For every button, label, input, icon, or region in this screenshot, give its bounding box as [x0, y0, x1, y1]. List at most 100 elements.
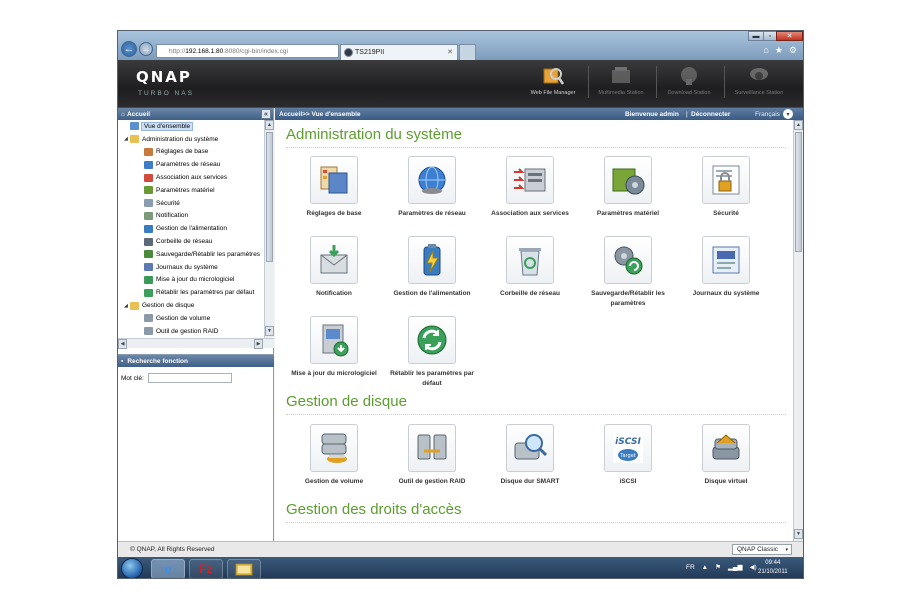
sidebar-item[interactable]: Corbeille de réseau: [118, 235, 264, 248]
scroll-thumb[interactable]: [795, 132, 802, 252]
sidebar-item[interactable]: ◢ Gestion de disque: [118, 299, 264, 312]
function-tile-label[interactable]: Gestion de l'alimentation: [383, 289, 481, 299]
smart-disk-icon[interactable]: [506, 424, 554, 472]
function-tile[interactable]: Sécurité: [677, 156, 775, 234]
sidebar-item[interactable]: Mise à jour du micrologiciel: [118, 274, 264, 287]
scroll-down-arrow-icon[interactable]: ▼: [265, 326, 274, 336]
function-tile[interactable]: Gestion de volume: [285, 424, 383, 502]
address-bar[interactable]: http://192.168.1.80:8080/cgi-bin/index.c…: [156, 44, 339, 58]
firmware-update-icon[interactable]: [310, 316, 358, 364]
function-tile-label[interactable]: iSCSI: [579, 477, 677, 487]
virtual-disk-icon[interactable]: [702, 424, 750, 472]
tree-vertical-scrollbar[interactable]: ▲ ▼: [264, 120, 274, 338]
scroll-up-arrow-icon[interactable]: ▲: [794, 120, 803, 130]
security-lock-icon[interactable]: [702, 156, 750, 204]
function-tile-label[interactable]: Disque dur SMART: [481, 477, 579, 487]
volume-management-icon[interactable]: [310, 424, 358, 472]
language-select[interactable]: Français: [755, 111, 780, 118]
function-tile[interactable]: iSCSI Target iSCSI: [579, 424, 677, 502]
show-hidden-icons-icon[interactable]: ▲: [702, 564, 708, 571]
sidebar-item[interactable]: Gestion de l'alimentation: [118, 222, 264, 235]
function-tile[interactable]: Journaux du système: [677, 236, 775, 314]
function-tile-label[interactable]: Notification: [285, 289, 383, 299]
iscsi-icon[interactable]: iSCSI Target: [604, 424, 652, 472]
start-button[interactable]: [121, 558, 143, 578]
function-tile[interactable]: Disque virtuel: [677, 424, 775, 502]
language-dropdown-icon[interactable]: ▾: [783, 109, 793, 119]
new-tab-button[interactable]: [459, 44, 476, 60]
function-tile-label[interactable]: Association aux services: [481, 209, 579, 219]
window-maximize-button[interactable]: ▫: [763, 31, 777, 41]
breadcrumb[interactable]: Accueil>> Vue d'ensemble: [279, 111, 361, 118]
function-tile-label[interactable]: Corbeille de réseau: [481, 289, 579, 299]
action-center-flag-icon[interactable]: ⚑: [715, 563, 721, 571]
scroll-left-arrow-icon[interactable]: ◀: [118, 339, 127, 349]
function-tile-label[interactable]: Réglages de base: [285, 209, 383, 219]
backup-gears-icon[interactable]: [604, 236, 652, 284]
function-tile-label[interactable]: Paramètres matériel: [579, 209, 677, 219]
function-tile[interactable]: Outil de gestion RAID: [383, 424, 481, 502]
web-file-manager-button[interactable]: Web File Manager: [520, 64, 586, 102]
window-minimize-button[interactable]: ▬: [748, 31, 764, 41]
function-tile-label[interactable]: Journaux du système: [677, 289, 775, 299]
function-tile[interactable]: Sauvegarde/Rétablir les paramètres: [579, 236, 677, 314]
internet-explorer-icon[interactable]: e: [151, 559, 185, 578]
function-tile[interactable]: Réglages de base: [285, 156, 383, 234]
scroll-down-arrow-icon[interactable]: ▼: [794, 529, 803, 539]
window-close-button[interactable]: ✕: [776, 31, 803, 41]
tab-close-icon[interactable]: ✕: [447, 48, 453, 56]
filezilla-icon[interactable]: Fz: [189, 559, 223, 578]
network-globe-icon[interactable]: [408, 156, 456, 204]
function-tile-label[interactable]: Paramètres de réseau: [383, 209, 481, 219]
theme-select[interactable]: QNAP Classic ▾: [732, 544, 792, 555]
home-icon[interactable]: ⌂: [763, 45, 768, 56]
services-server-icon[interactable]: [506, 156, 554, 204]
scroll-right-arrow-icon[interactable]: ▶: [254, 339, 263, 349]
back-button[interactable]: ←: [121, 41, 137, 57]
download-station-button[interactable]: Download Station: [656, 64, 722, 102]
function-tile[interactable]: Association aux services: [481, 156, 579, 234]
system-logs-icon[interactable]: [702, 236, 750, 284]
function-tile[interactable]: Mise à jour du micrologiciel: [285, 316, 383, 394]
sidebar-item[interactable]: Notification: [118, 210, 264, 223]
function-tile[interactable]: Paramètres matériel: [579, 156, 677, 234]
settings-gear-icon[interactable]: ⚙: [789, 45, 797, 56]
function-tile-label[interactable]: Gestion de volume: [285, 477, 383, 487]
function-tile-label[interactable]: Mise à jour du micrologiciel: [285, 369, 383, 379]
multimedia-station-button[interactable]: Multimedia Station: [588, 64, 654, 102]
file-explorer-icon[interactable]: [227, 559, 261, 578]
main-vertical-scrollbar[interactable]: ▲ ▼: [793, 120, 803, 541]
tab-ts219pii[interactable]: TS219PII ✕: [340, 44, 458, 60]
scroll-up-arrow-icon[interactable]: ▲: [265, 120, 274, 130]
function-tile-label[interactable]: Rétablir les paramètres par défaut: [383, 369, 481, 389]
basic-settings-icon[interactable]: [310, 156, 358, 204]
function-tile[interactable]: Rétablir les paramètres par défaut: [383, 316, 481, 394]
function-tile[interactable]: Notification: [285, 236, 383, 314]
sidebar-item[interactable]: Journaux du système: [118, 261, 264, 274]
sidebar-item[interactable]: Paramètres de réseau: [118, 158, 264, 171]
collapse-sidebar-button[interactable]: «: [261, 109, 271, 119]
sidebar-item[interactable]: Gestion de volume: [118, 312, 264, 325]
recycle-bin-icon[interactable]: [506, 236, 554, 284]
sidebar-item[interactable]: Réglages de base: [118, 146, 264, 159]
function-tile-label[interactable]: Sécurité: [677, 209, 775, 219]
restore-defaults-icon[interactable]: [408, 316, 456, 364]
sidebar-item[interactable]: Association aux services: [118, 171, 264, 184]
logout-link[interactable]: Déconnecter: [691, 111, 730, 118]
sidebar-item[interactable]: Rétablir les paramètres par défaut: [118, 286, 264, 299]
function-tile[interactable]: Corbeille de réseau: [481, 236, 579, 314]
function-tile[interactable]: Disque dur SMART: [481, 424, 579, 502]
function-tile-label[interactable]: Outil de gestion RAID: [383, 477, 481, 487]
power-battery-icon[interactable]: [408, 236, 456, 284]
sidebar-item[interactable]: ◢ Administration du système: [118, 133, 264, 146]
hardware-gear-icon[interactable]: [604, 156, 652, 204]
favorites-star-icon[interactable]: ★: [775, 45, 783, 56]
language-indicator[interactable]: FR: [686, 564, 695, 571]
function-tile-label[interactable]: Disque virtuel: [677, 477, 775, 487]
scroll-thumb[interactable]: [266, 132, 273, 262]
sidebar-item[interactable]: Vue d'ensemble: [118, 120, 264, 133]
tree-horizontal-scrollbar[interactable]: ◀ ▶: [118, 338, 274, 349]
network-signal-icon[interactable]: ▂▄▆: [728, 563, 743, 571]
raid-tool-icon[interactable]: [408, 424, 456, 472]
clock[interactable]: 09:44 21/10/2011: [758, 559, 788, 577]
